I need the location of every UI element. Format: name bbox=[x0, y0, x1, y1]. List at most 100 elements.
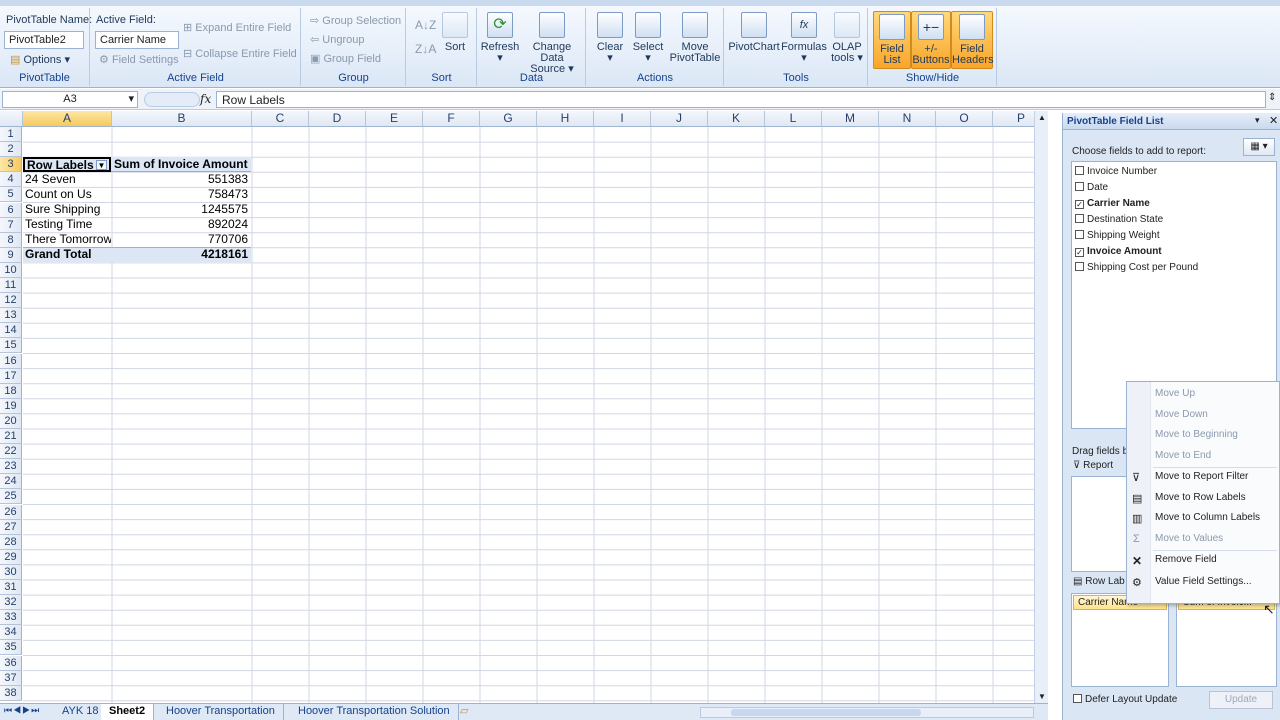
sheet-tab-hoover-transportation-solution[interactable]: Hoover Transportation Solution bbox=[290, 704, 459, 720]
pivot-row-label[interactable]: There Tomorrow bbox=[23, 232, 111, 247]
scroll-up-icon[interactable]: ▲ bbox=[1038, 113, 1046, 122]
sheet-tab-hoover-transportation[interactable]: Hoover Transportation bbox=[158, 704, 284, 720]
pivot-row-value[interactable]: 551383 bbox=[112, 172, 250, 187]
worksheet-grid[interactable]: ABCDEFGHIJKLMNOP 1 2 3 4 5 6 7 8 9 10 11 12 13 14 15 16… bbox=[0, 111, 1048, 703]
pivot-row-label[interactable]: 24 Seven bbox=[23, 172, 111, 187]
sort-ascending-icon[interactable]: A↓Z bbox=[415, 18, 436, 32]
options-button[interactable]: ▤ Options ▾ bbox=[10, 53, 70, 66]
pivot-row-label[interactable]: Testing Time bbox=[23, 217, 111, 232]
change-data-source-button[interactable]: Change Data Source ▾ bbox=[520, 12, 584, 75]
context-menu-item[interactable]: Remove Field bbox=[1155, 554, 1217, 565]
row-labels-filter-dropdown-icon[interactable]: ▼ bbox=[96, 160, 107, 170]
sheet-tab-ayk-18[interactable]: AYK 18 bbox=[54, 704, 108, 720]
defer-layout-checkbox[interactable]: Defer Layout Update bbox=[1073, 694, 1177, 705]
update-button[interactable]: Update bbox=[1209, 691, 1273, 709]
context-menu-item[interactable]: Move to Values bbox=[1155, 533, 1223, 544]
unchecked-checkbox-icon[interactable] bbox=[1075, 230, 1084, 239]
ungroup-button[interactable]: ⇦ Ungroup bbox=[310, 33, 364, 46]
context-menu-item[interactable]: Move to Report Filter bbox=[1155, 471, 1248, 482]
report-filter-label: ⊽ Report bbox=[1073, 460, 1114, 471]
pane-options-dropdown-icon[interactable]: ▾ bbox=[1255, 115, 1260, 126]
sort-icon bbox=[442, 12, 468, 38]
pivot-row-value[interactable]: 1245575 bbox=[112, 202, 250, 217]
field-item[interactable]: Shipping Weight bbox=[1075, 230, 1160, 241]
horizontal-scroll-thumb[interactable] bbox=[731, 709, 921, 716]
group-label-data: Data bbox=[519, 72, 544, 84]
context-menu-item[interactable]: Move to End bbox=[1155, 450, 1211, 461]
unchecked-checkbox-icon[interactable] bbox=[1075, 262, 1084, 271]
context-menu-item[interactable]: Move to Beginning bbox=[1155, 429, 1238, 440]
ribbon-tab-strip bbox=[0, 0, 1280, 6]
group-label-active-field: Active Field bbox=[167, 72, 224, 84]
pivottable-name-input[interactable]: PivotTable2 bbox=[4, 31, 84, 49]
pivot-row-value[interactable]: 770706 bbox=[112, 232, 250, 247]
group-selection-button[interactable]: ⇨ Group Selection bbox=[310, 14, 401, 27]
field-item[interactable]: Date bbox=[1075, 182, 1108, 193]
sort-button[interactable]: Sort bbox=[439, 12, 471, 53]
field-item[interactable]: ✓ Carrier Name bbox=[1075, 198, 1150, 209]
expand-entire-field-button[interactable]: ⊞ Expand Entire Field bbox=[183, 21, 291, 34]
collapse-entire-field-button[interactable]: ⊟ Collapse Entire Field bbox=[183, 47, 297, 60]
group-label-tools: Tools bbox=[783, 72, 809, 84]
group-pivottable: PivotTable Name: PivotTable2 ▤ Options ▾… bbox=[0, 8, 92, 86]
context-menu-item[interactable]: Move Down bbox=[1155, 409, 1208, 420]
formula-bar-expander[interactable] bbox=[144, 92, 200, 107]
formulas-button[interactable]: fx Formulas ▾ bbox=[781, 12, 827, 64]
clear-button[interactable]: Clear ▾ bbox=[591, 12, 629, 64]
olap-tools-button[interactable]: OLAP tools ▾ bbox=[827, 12, 867, 64]
field-item[interactable]: Destination State bbox=[1075, 214, 1163, 225]
insert-function-icon[interactable]: fx bbox=[200, 92, 211, 106]
sort-descending-icon[interactable]: Z↓A bbox=[415, 42, 436, 56]
field-settings-button[interactable]: ⚙ Field Settings bbox=[99, 53, 179, 66]
group-field-button[interactable]: ▣ Group Field bbox=[310, 52, 381, 65]
group-group: ⇨ Group Selection ⇦ Ungroup ▣ Group Fiel… bbox=[302, 8, 406, 86]
pivotchart-button[interactable]: PivotChart bbox=[727, 12, 781, 53]
field-item[interactable]: Invoice Number bbox=[1075, 166, 1157, 177]
insert-sheet-icon[interactable]: ▱ bbox=[460, 704, 468, 717]
name-box[interactable]: A3 ▾ bbox=[2, 91, 138, 108]
report-filter-icon: ⊽ bbox=[1132, 472, 1141, 484]
sheet-tab-sheet2[interactable]: Sheet2 bbox=[101, 704, 155, 720]
refresh-button[interactable]: ⟳ Refresh ▾ bbox=[480, 12, 520, 64]
tab-scroll-arrows-icon[interactable]: ⏮◀▶⏭ bbox=[4, 705, 40, 716]
move-pivottable-button[interactable]: Move PivotTable bbox=[667, 12, 723, 64]
name-box-dropdown-icon[interactable]: ▾ bbox=[128, 92, 134, 107]
group-label-show-hide: Show/Hide bbox=[905, 72, 960, 84]
pivot-row-label[interactable]: Sure Shipping bbox=[23, 202, 111, 217]
checked-checkbox-icon[interactable]: ✓ bbox=[1075, 248, 1084, 257]
field-list-button[interactable]: Field List bbox=[873, 11, 911, 69]
field-item[interactable]: Shipping Cost per Pound bbox=[1075, 262, 1198, 273]
horizontal-scrollbar[interactable] bbox=[700, 707, 1034, 718]
grand-total-value[interactable]: 4218161 bbox=[112, 247, 250, 262]
context-menu-item[interactable]: Move Up bbox=[1155, 388, 1195, 399]
formula-bar-collapse-icon[interactable]: ⇕ bbox=[1268, 92, 1276, 103]
grand-total-label[interactable]: Grand Total bbox=[23, 247, 111, 262]
field-settings-icon: ⚙ bbox=[99, 54, 109, 66]
scroll-down-icon[interactable]: ▼ bbox=[1038, 692, 1046, 701]
defer-checkbox-box[interactable] bbox=[1073, 694, 1082, 703]
close-pane-icon[interactable]: ✕ bbox=[1269, 114, 1278, 127]
vertical-scrollbar[interactable]: ▲ ▼ bbox=[1034, 111, 1048, 703]
unchecked-checkbox-icon[interactable] bbox=[1075, 182, 1084, 191]
pivot-row-label[interactable]: Count on Us bbox=[23, 187, 111, 202]
row-labels-header[interactable]: Row Labels ▼ bbox=[23, 157, 111, 172]
pivot-row-value[interactable]: 892024 bbox=[112, 217, 250, 232]
formula-input[interactable]: Row Labels bbox=[216, 91, 1266, 108]
unchecked-checkbox-icon[interactable] bbox=[1075, 166, 1084, 175]
field-headers-button[interactable]: Field Headers bbox=[951, 11, 994, 69]
filter-icon: ⊽ bbox=[1073, 460, 1081, 471]
group-sort: A↓Z Z↓A Sort Sort bbox=[407, 8, 477, 86]
active-field-input[interactable]: Carrier Name bbox=[95, 31, 179, 49]
context-menu-item[interactable]: Move to Row Labels bbox=[1155, 492, 1246, 503]
pivot-row-value[interactable]: 758473 bbox=[112, 187, 250, 202]
context-menu-item[interactable]: Move to Column Labels bbox=[1155, 512, 1260, 523]
layout-options-button[interactable]: ▦ ▾ bbox=[1243, 138, 1275, 156]
field-item[interactable]: ✓ Invoice Amount bbox=[1075, 246, 1162, 257]
select-button[interactable]: Select ▾ bbox=[629, 12, 667, 64]
sum-invoice-header[interactable]: Sum of Invoice Amount bbox=[112, 157, 250, 172]
context-menu-item[interactable]: Value Field Settings... bbox=[1155, 576, 1252, 587]
checked-checkbox-icon[interactable]: ✓ bbox=[1075, 200, 1084, 209]
pivotchart-icon bbox=[741, 12, 767, 38]
unchecked-checkbox-icon[interactable] bbox=[1075, 214, 1084, 223]
plus-minus-buttons-button[interactable]: +− +/- Buttons bbox=[911, 11, 951, 69]
